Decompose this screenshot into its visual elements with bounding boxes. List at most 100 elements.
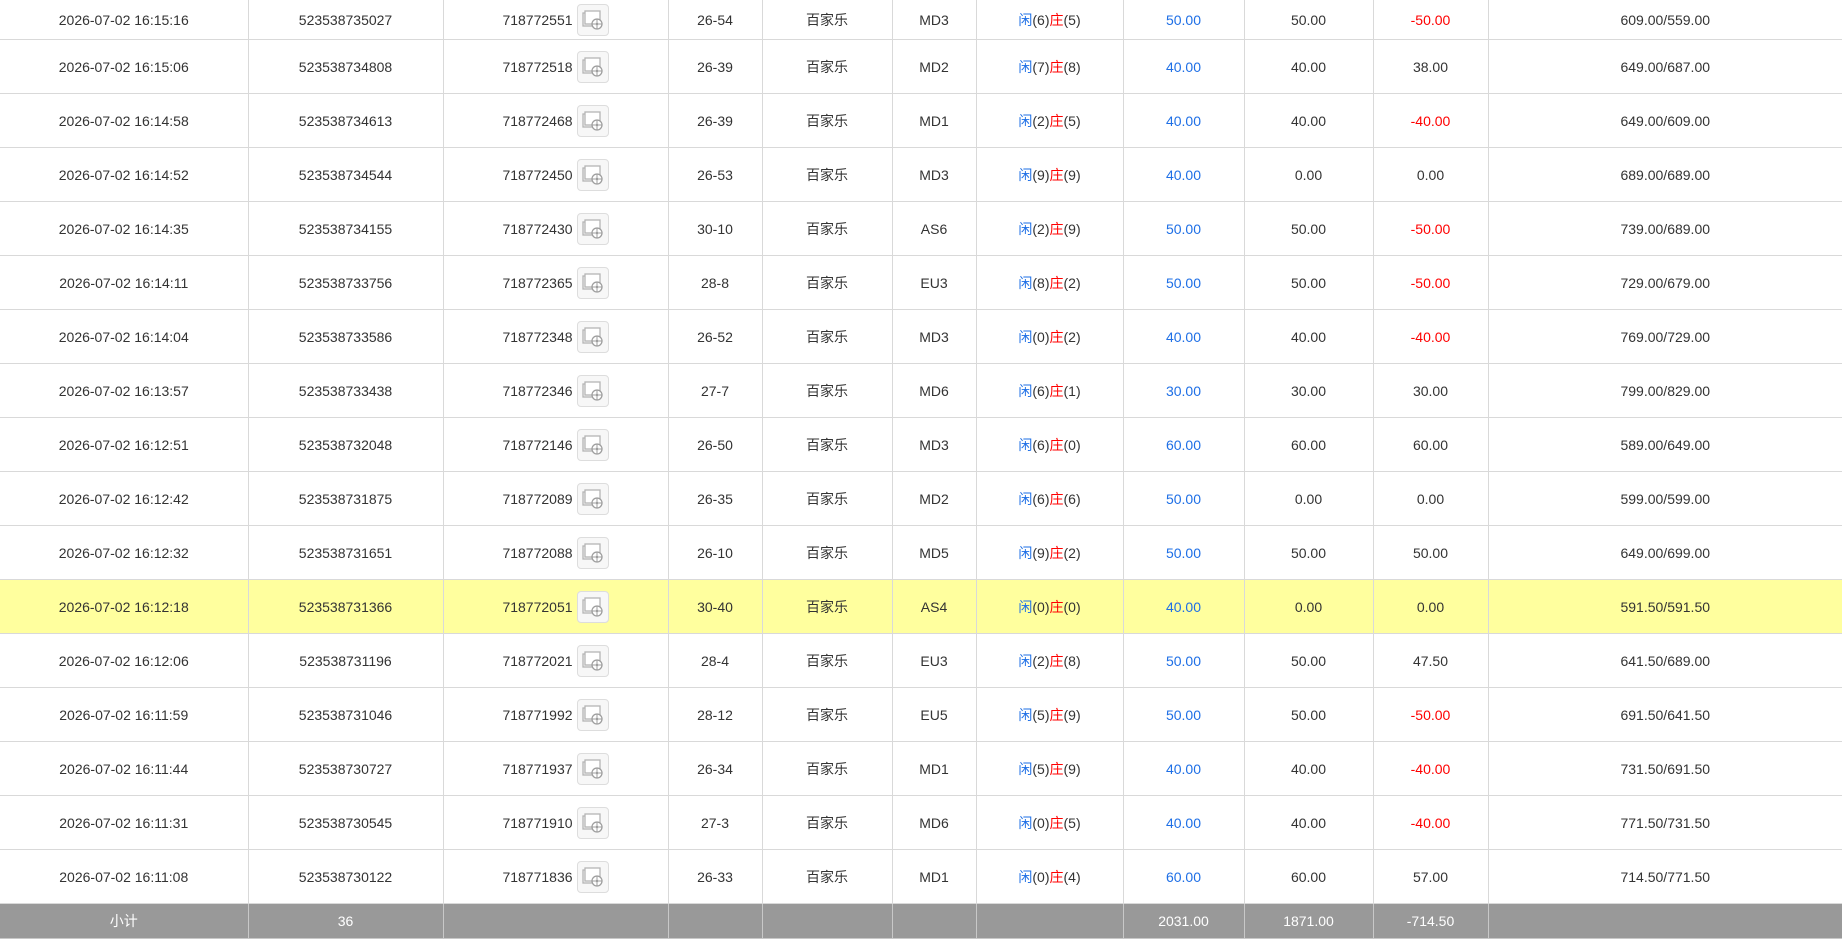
video-replay-button[interactable] [576, 212, 609, 245]
video-replay-icon [578, 758, 608, 779]
banker-points: (2) [1063, 328, 1081, 345]
bet-time: 2026-07-02 16:11:44 [0, 741, 249, 796]
balance-before-after: 769.00/729.00 [1487, 309, 1842, 364]
game-number-cell: 718772450 [442, 147, 669, 202]
win-loss: -50.00 [1372, 0, 1489, 40]
video-replay-button[interactable] [576, 860, 609, 893]
valid-bet: 40.00 [1243, 39, 1374, 94]
valid-bet: 60.00 [1243, 417, 1374, 472]
bet-time: 2026-07-02 16:14:11 [0, 255, 249, 310]
banker-points: (6) [1063, 490, 1081, 507]
bet-number: 523538734808 [247, 39, 444, 94]
video-replay-button[interactable] [576, 266, 609, 299]
bet-time: 2026-07-02 16:12:18 [0, 579, 249, 634]
video-replay-button[interactable] [576, 482, 609, 515]
valid-bet: 30.00 [1243, 363, 1374, 418]
valid-bet: 50.00 [1243, 525, 1374, 580]
video-replay-button[interactable] [576, 752, 609, 785]
balance-before-after: 609.00/559.00 [1487, 0, 1842, 40]
video-replay-icon [578, 650, 608, 671]
table-code: EU3 [891, 633, 977, 688]
bet-time: 2026-07-02 16:11:59 [0, 687, 249, 742]
table-row: 2026-07-02 16:12:06 523538731196 7187720… [0, 633, 1842, 688]
table-row: 2026-07-02 16:15:06 523538734808 7187725… [0, 39, 1842, 94]
game-type: 百家乐 [761, 633, 893, 688]
game-number: 718772146 [502, 436, 573, 453]
game-number-cell: 718772146 [442, 417, 669, 472]
video-replay-button[interactable] [576, 104, 609, 137]
valid-bet: 40.00 [1243, 795, 1374, 850]
video-replay-button[interactable] [576, 374, 609, 407]
bet-time: 2026-07-02 16:14:58 [0, 93, 249, 148]
shoe-round: 26-39 [667, 93, 763, 148]
video-replay-button[interactable] [576, 320, 609, 353]
balance-before-after: 689.00/689.00 [1487, 147, 1842, 202]
player-label: 闲 [1018, 328, 1033, 345]
banker-points: (5) [1063, 112, 1081, 129]
bet-time: 2026-07-02 16:12:42 [0, 471, 249, 526]
bet-time: 2026-07-02 16:12:51 [0, 417, 249, 472]
game-type: 百家乐 [761, 147, 893, 202]
table-code: MD1 [891, 741, 977, 796]
bet-time: 2026-07-02 16:12:32 [0, 525, 249, 580]
video-replay-button[interactable] [576, 698, 609, 731]
bet-number: 523538733586 [247, 309, 444, 364]
banker-label: 庄 [1049, 544, 1064, 561]
shoe-round: 27-3 [667, 795, 763, 850]
banker-label: 庄 [1049, 436, 1064, 453]
video-replay-button[interactable] [576, 590, 609, 623]
valid-bet: 0.00 [1243, 147, 1374, 202]
player-points: (2) [1032, 220, 1050, 237]
game-result: 闲(5)庄(9) [975, 741, 1124, 796]
win-loss: 47.50 [1372, 633, 1489, 688]
balance-before-after: 714.50/771.50 [1487, 849, 1842, 904]
player-points: (2) [1032, 652, 1050, 669]
player-points: (7) [1032, 58, 1050, 75]
game-result: 闲(2)庄(9) [975, 201, 1124, 256]
banker-label: 庄 [1049, 220, 1064, 237]
game-number-cell: 718772089 [442, 471, 669, 526]
game-number: 718772430 [502, 220, 573, 237]
player-label: 闲 [1018, 490, 1033, 507]
player-points: (0) [1032, 814, 1050, 831]
shoe-round: 28-4 [667, 633, 763, 688]
game-number: 718772468 [502, 112, 573, 129]
subtotal-bet-amount: 2031.00 [1122, 903, 1245, 939]
bet-number: 523538731651 [247, 525, 444, 580]
balance-before-after: 649.00/687.00 [1487, 39, 1842, 94]
video-replay-button[interactable] [576, 644, 609, 677]
bet-number: 523538734613 [247, 93, 444, 148]
win-loss: 30.00 [1372, 363, 1489, 418]
video-replay-button[interactable] [576, 50, 609, 83]
video-replay-button[interactable] [576, 428, 609, 461]
banker-label: 庄 [1049, 274, 1064, 291]
table-row: 2026-07-02 16:12:42 523538731875 7187720… [0, 471, 1842, 526]
bet-amount: 50.00 [1122, 0, 1245, 40]
table-code: MD1 [891, 849, 977, 904]
video-replay-button[interactable] [576, 3, 609, 36]
shoe-round: 26-35 [667, 471, 763, 526]
video-replay-icon [578, 434, 608, 455]
bet-number: 523538733756 [247, 255, 444, 310]
banker-points: (9) [1063, 166, 1081, 183]
bet-number: 523538730545 [247, 795, 444, 850]
video-replay-icon [578, 380, 608, 401]
shoe-round: 26-34 [667, 741, 763, 796]
video-replay-button[interactable] [576, 536, 609, 569]
banker-label: 庄 [1049, 706, 1064, 723]
bet-number: 523538731366 [247, 579, 444, 634]
player-points: (9) [1032, 166, 1050, 183]
bet-amount: 60.00 [1122, 849, 1245, 904]
player-label: 闲 [1018, 652, 1033, 669]
bet-number: 523538731046 [247, 687, 444, 742]
game-result: 闲(6)庄(0) [975, 417, 1124, 472]
bet-time: 2026-07-02 16:11:31 [0, 795, 249, 850]
win-loss: -40.00 [1372, 741, 1489, 796]
game-result: 闲(0)庄(4) [975, 849, 1124, 904]
subtotal-empty-cell [975, 903, 1124, 939]
win-loss: -50.00 [1372, 255, 1489, 310]
video-replay-button[interactable] [576, 806, 609, 839]
subtotal-empty-cell [667, 903, 763, 939]
video-replay-button[interactable] [576, 158, 609, 191]
subtotal-empty-cell [761, 903, 893, 939]
